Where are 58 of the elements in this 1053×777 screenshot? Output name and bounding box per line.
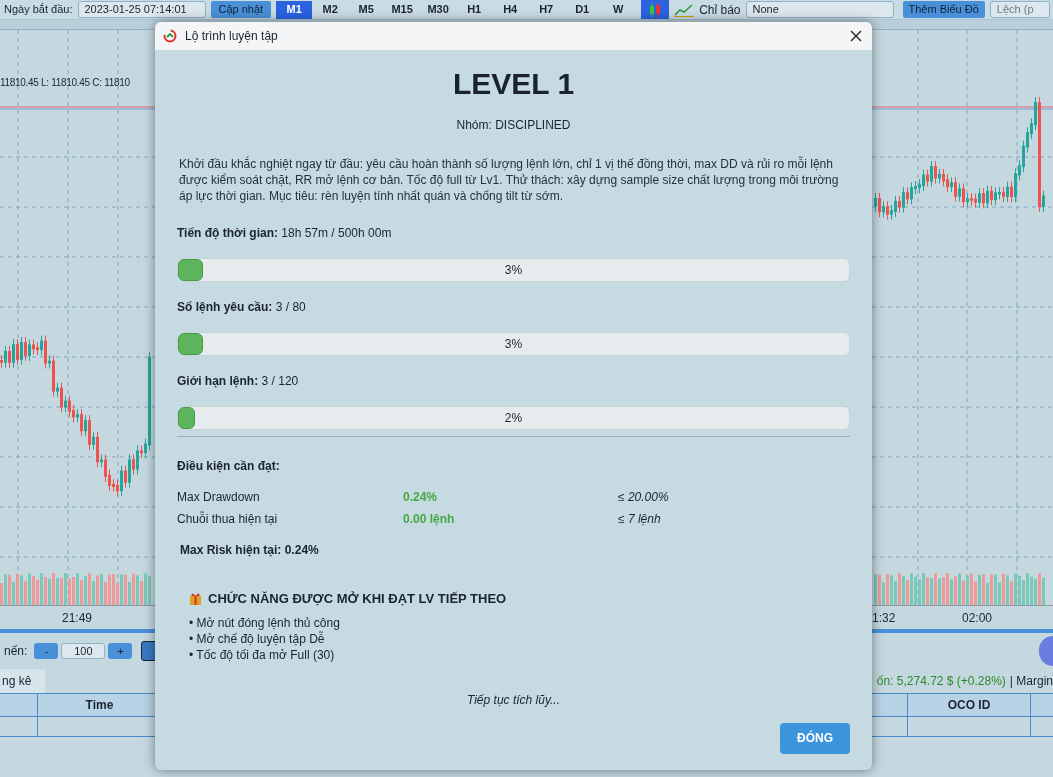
group-text: Nhóm: DISCIPLINED	[455, 117, 572, 134]
footer-text: Tiếp tục tích lũy...	[465, 691, 561, 709]
progress-percent: 2%	[503, 410, 524, 427]
progress-label: Tiến độ thời gian: 18h 57m / 500h 00m	[177, 225, 393, 242]
add-chart-button[interactable]: Thêm Biểu Đồ	[902, 1, 985, 18]
start-date-field[interactable]: 2023-01-25 07:14:01	[77, 1, 206, 18]
margin-text: | Margin	[1009, 673, 1053, 690]
progress-percent: 3%	[503, 336, 524, 353]
condition-value: 0.24%	[403, 489, 439, 505]
line-chart-icon[interactable]	[674, 2, 695, 17]
timeframe-tab[interactable]: M2	[312, 0, 349, 19]
indicator-select[interactable]: None	[745, 1, 894, 18]
unlock-item: • Mở chế độ luyện tập Dễ	[189, 630, 326, 647]
statistics-tab[interactable]: ng kê	[0, 669, 46, 693]
app-logo-icon	[163, 29, 177, 43]
balance-text: ốn: 5,274.72 $ (+0.28%)	[876, 673, 1006, 690]
progress-label: Số lệnh yêu cầu: 3 / 80	[177, 299, 307, 316]
ohlc-readout: 11810.45 L: 11810.45 C: 11810	[0, 76, 130, 90]
max-risk-text: Max Risk hiện tại: 0.24%	[180, 542, 320, 559]
timeframe-tab[interactable]: M15	[384, 0, 421, 19]
progress-label: Giới hạn lệnh: 3 / 120	[177, 373, 300, 390]
timeframe-tab[interactable]: W	[600, 0, 637, 19]
unlock-item: • Mở nút đóng lệnh thủ công	[189, 614, 341, 631]
candle-count-field[interactable]: 100	[61, 643, 106, 659]
timeframe-tab[interactable]: M30	[420, 0, 457, 19]
decrement-button[interactable]: -	[34, 643, 59, 659]
dialog-title: Lộ trình luyện tập	[185, 28, 279, 45]
timeframe-tab[interactable]: H1	[456, 0, 493, 19]
condition-name: Max Drawdown	[177, 489, 261, 505]
update-button[interactable]: Cập nhật	[210, 1, 272, 18]
unlock-item: • Tốc độ tối đa mở Full (30)	[189, 646, 336, 663]
progress-percent: 3%	[503, 262, 524, 279]
time-axis-label: 1:32	[872, 610, 896, 627]
increment-button[interactable]: +	[108, 643, 133, 659]
time-axis-label: 02:00	[962, 610, 993, 627]
start-date-label: Ngày bắt đầu:	[4, 2, 73, 18]
condition-name: Chuỗi thua hiện tại	[177, 511, 279, 527]
unlocks-title: CHỨC NĂNG ĐƯỢC MỞ KHI ĐẠT LV TIẾP THEO	[208, 590, 507, 608]
time-axis-label: 21:49	[62, 610, 93, 627]
timeframe-tab[interactable]: M1	[276, 0, 313, 19]
condition-value: 0.00 lệnh	[403, 511, 456, 527]
condition-limit: ≤ 7 lệnh	[618, 511, 661, 527]
table-header-cell: OCO ID	[907, 694, 1031, 716]
indicator-label: Chỉ báo	[699, 1, 741, 19]
offset-field[interactable]: Lệch (p	[989, 1, 1050, 18]
conditions-title: Điều kiện cần đạt:	[177, 458, 281, 475]
level-heading: LEVEL 1	[451, 66, 576, 102]
timeframe-tab[interactable]: M5	[348, 0, 385, 19]
condition-limit: ≤ 20.00%	[618, 489, 669, 505]
candles-label: nến:	[4, 643, 28, 660]
gift-icon	[189, 592, 202, 606]
timeframe-tab[interactable]: H4	[492, 0, 529, 19]
candlestick-chart-button[interactable]	[641, 0, 670, 19]
timeframe-tab[interactable]: H7	[528, 0, 565, 19]
description-text: Khởi đầu khắc nghiệt ngay từ đầu: yêu cầu hoàn thành số lượng lệnh lớn, chỉ 1 vị thế đồng thời, max DD và rủi ro mỗi lệnh được kiểm soát chặt, RR mở lệnh cơ bản. Tốc độ full từ Lv1. Thử thách: xây dựng sample size chất lượng trong môi trường áp lực thời gian. Mục tiêu: rèn luyện tính nhất quán và chống tilt từ sớm.	[178, 156, 840, 204]
round-action-button[interactable]	[1039, 636, 1053, 666]
timeframe-tab[interactable]: D1	[564, 0, 601, 19]
close-button[interactable]	[848, 28, 864, 44]
